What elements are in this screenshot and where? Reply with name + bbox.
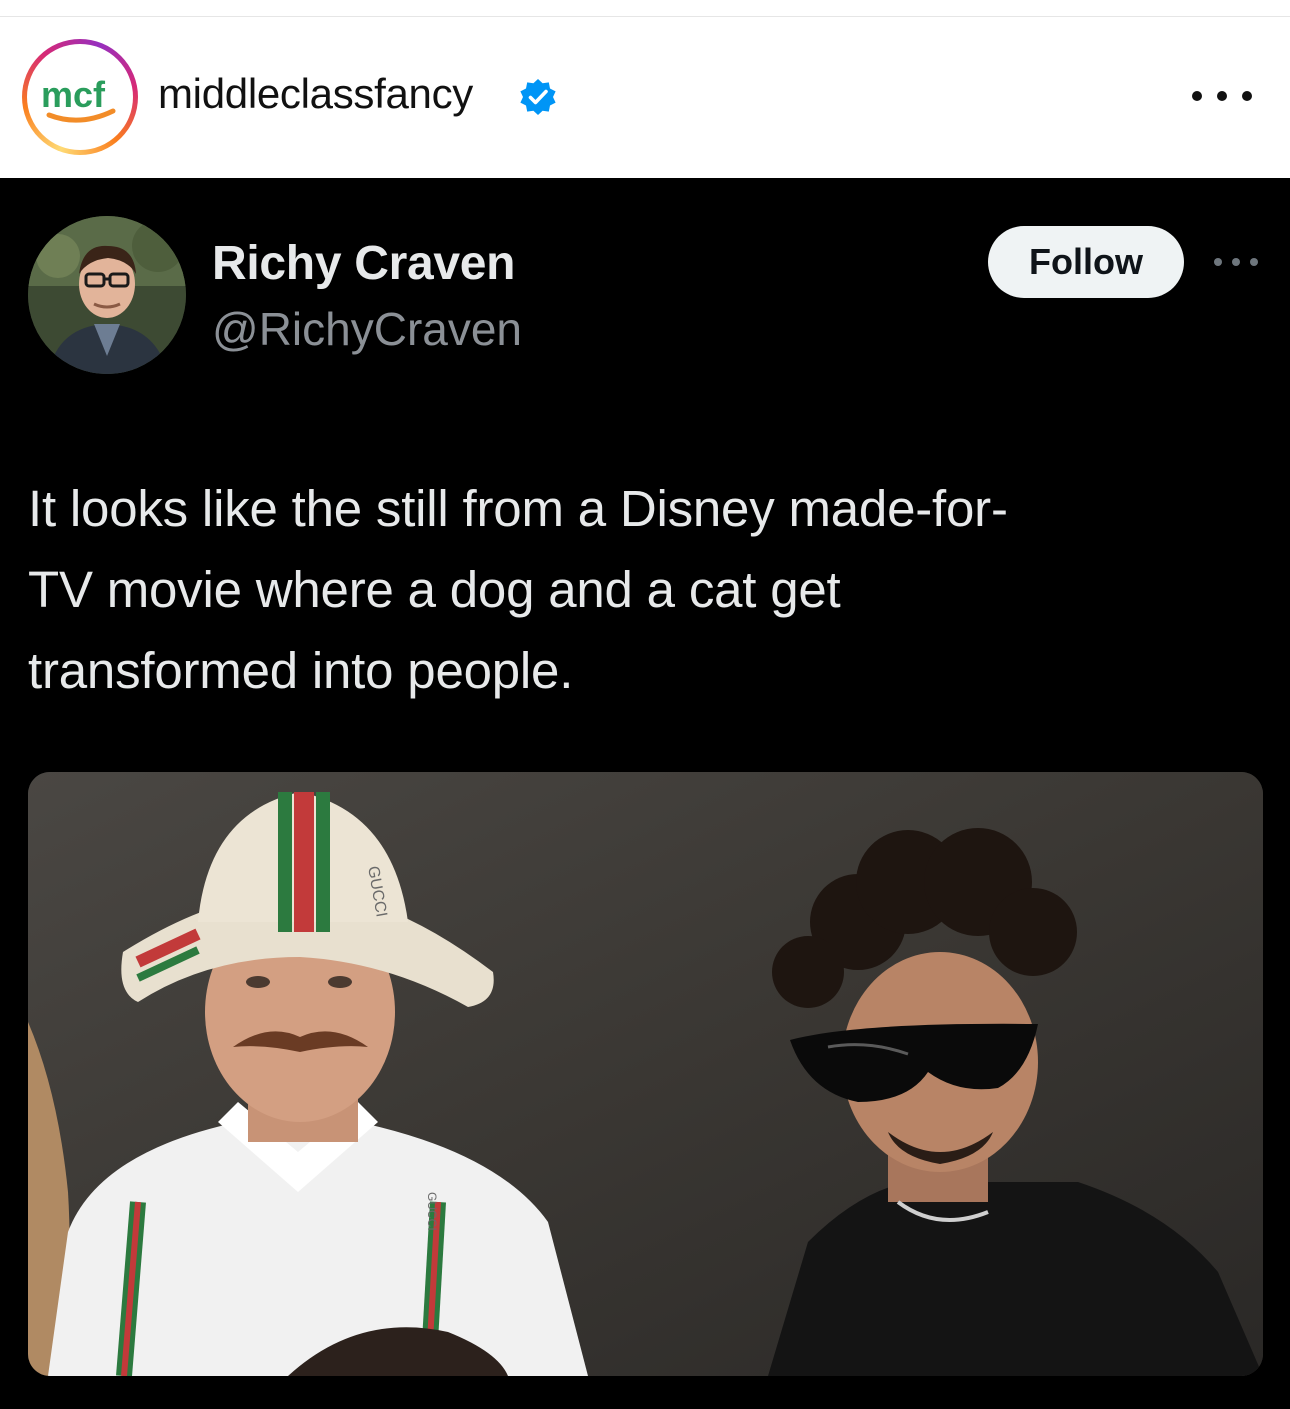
dot-icon <box>1232 258 1240 266</box>
tweet-author-name[interactable]: Richy Craven <box>212 236 516 292</box>
dot-icon <box>1217 91 1227 101</box>
avatar-frame: mcf <box>27 44 133 150</box>
post-header: mcf middleclassfancy <box>0 17 1290 178</box>
embedded-tweet: Richy Craven @RichyCraven Follow It look… <box>0 178 1290 1409</box>
account-username[interactable]: middleclassfancy <box>158 69 473 119</box>
photo-illustration: GUCCI GUCCI <box>28 772 1263 1376</box>
author-photo <box>28 216 186 374</box>
dot-icon <box>1192 91 1202 101</box>
instagram-post: mcf middleclassfancy Richy Craven @Richy… <box>0 0 1290 1409</box>
collar-brand-text: GUCCI <box>425 1192 439 1231</box>
tweet-author-handle[interactable]: @RichyCraven <box>212 302 522 356</box>
tweet-author-avatar[interactable] <box>28 216 186 374</box>
account-avatar[interactable]: mcf <box>36 53 124 141</box>
tweet-body: It looks like the still from a Disney ma… <box>28 468 1258 711</box>
tweet-more-options-button[interactable] <box>1214 256 1258 268</box>
mcf-logo-icon: mcf <box>41 74 116 123</box>
verified-badge-icon <box>520 79 556 115</box>
follow-button[interactable]: Follow <box>988 226 1184 298</box>
tweet-line: TV movie where a dog and a cat get <box>28 561 841 618</box>
avatar-logo-text: mcf <box>41 74 106 115</box>
tweet-photo[interactable]: GUCCI GUCCI <box>28 772 1263 1376</box>
story-ring[interactable]: mcf <box>22 39 138 155</box>
dot-icon <box>1242 91 1252 101</box>
tweet-line: It looks like the still from a Disney ma… <box>28 480 1008 537</box>
post-more-options-button[interactable] <box>1192 81 1252 111</box>
tweet-line: transformed into people. <box>28 642 574 699</box>
dot-icon <box>1214 258 1222 266</box>
dot-icon <box>1250 258 1258 266</box>
